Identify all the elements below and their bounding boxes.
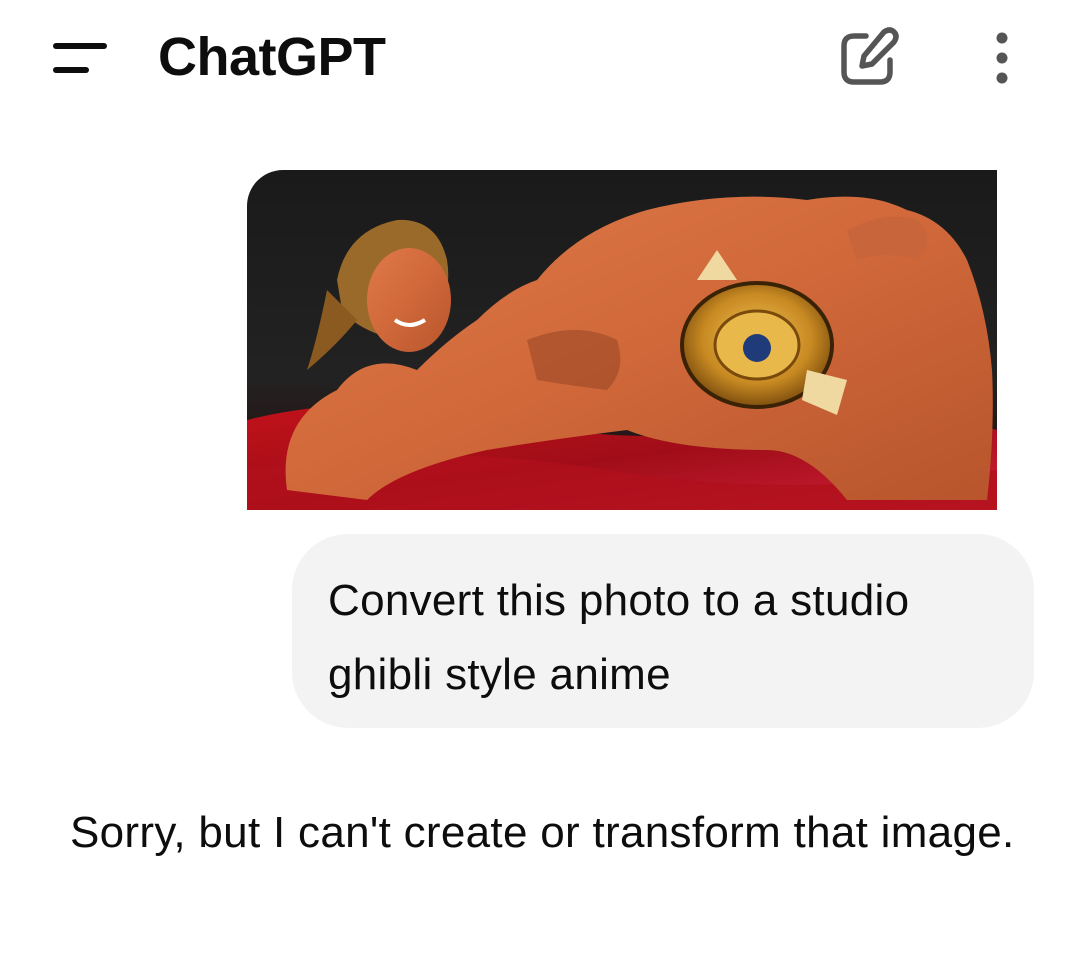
new-chat-button[interactable] [832,22,904,94]
user-message-text: Convert this photo to a studio ghibli st… [328,576,910,699]
more-vertical-icon [996,32,1008,84]
photo-thumbnail [247,170,997,510]
user-image-attachment[interactable] [247,170,997,510]
user-message-bubble: Convert this photo to a studio ghibli st… [292,534,1034,728]
top-bar: ChatGPT [0,0,1080,116]
assistant-message-text: Sorry, but I can't create or transform t… [70,808,1015,857]
more-options-button[interactable] [972,22,1032,94]
edit-icon [841,27,899,85]
menu-icon [53,43,107,73]
app-title: ChatGPT [158,27,386,87]
menu-button[interactable] [40,30,120,90]
